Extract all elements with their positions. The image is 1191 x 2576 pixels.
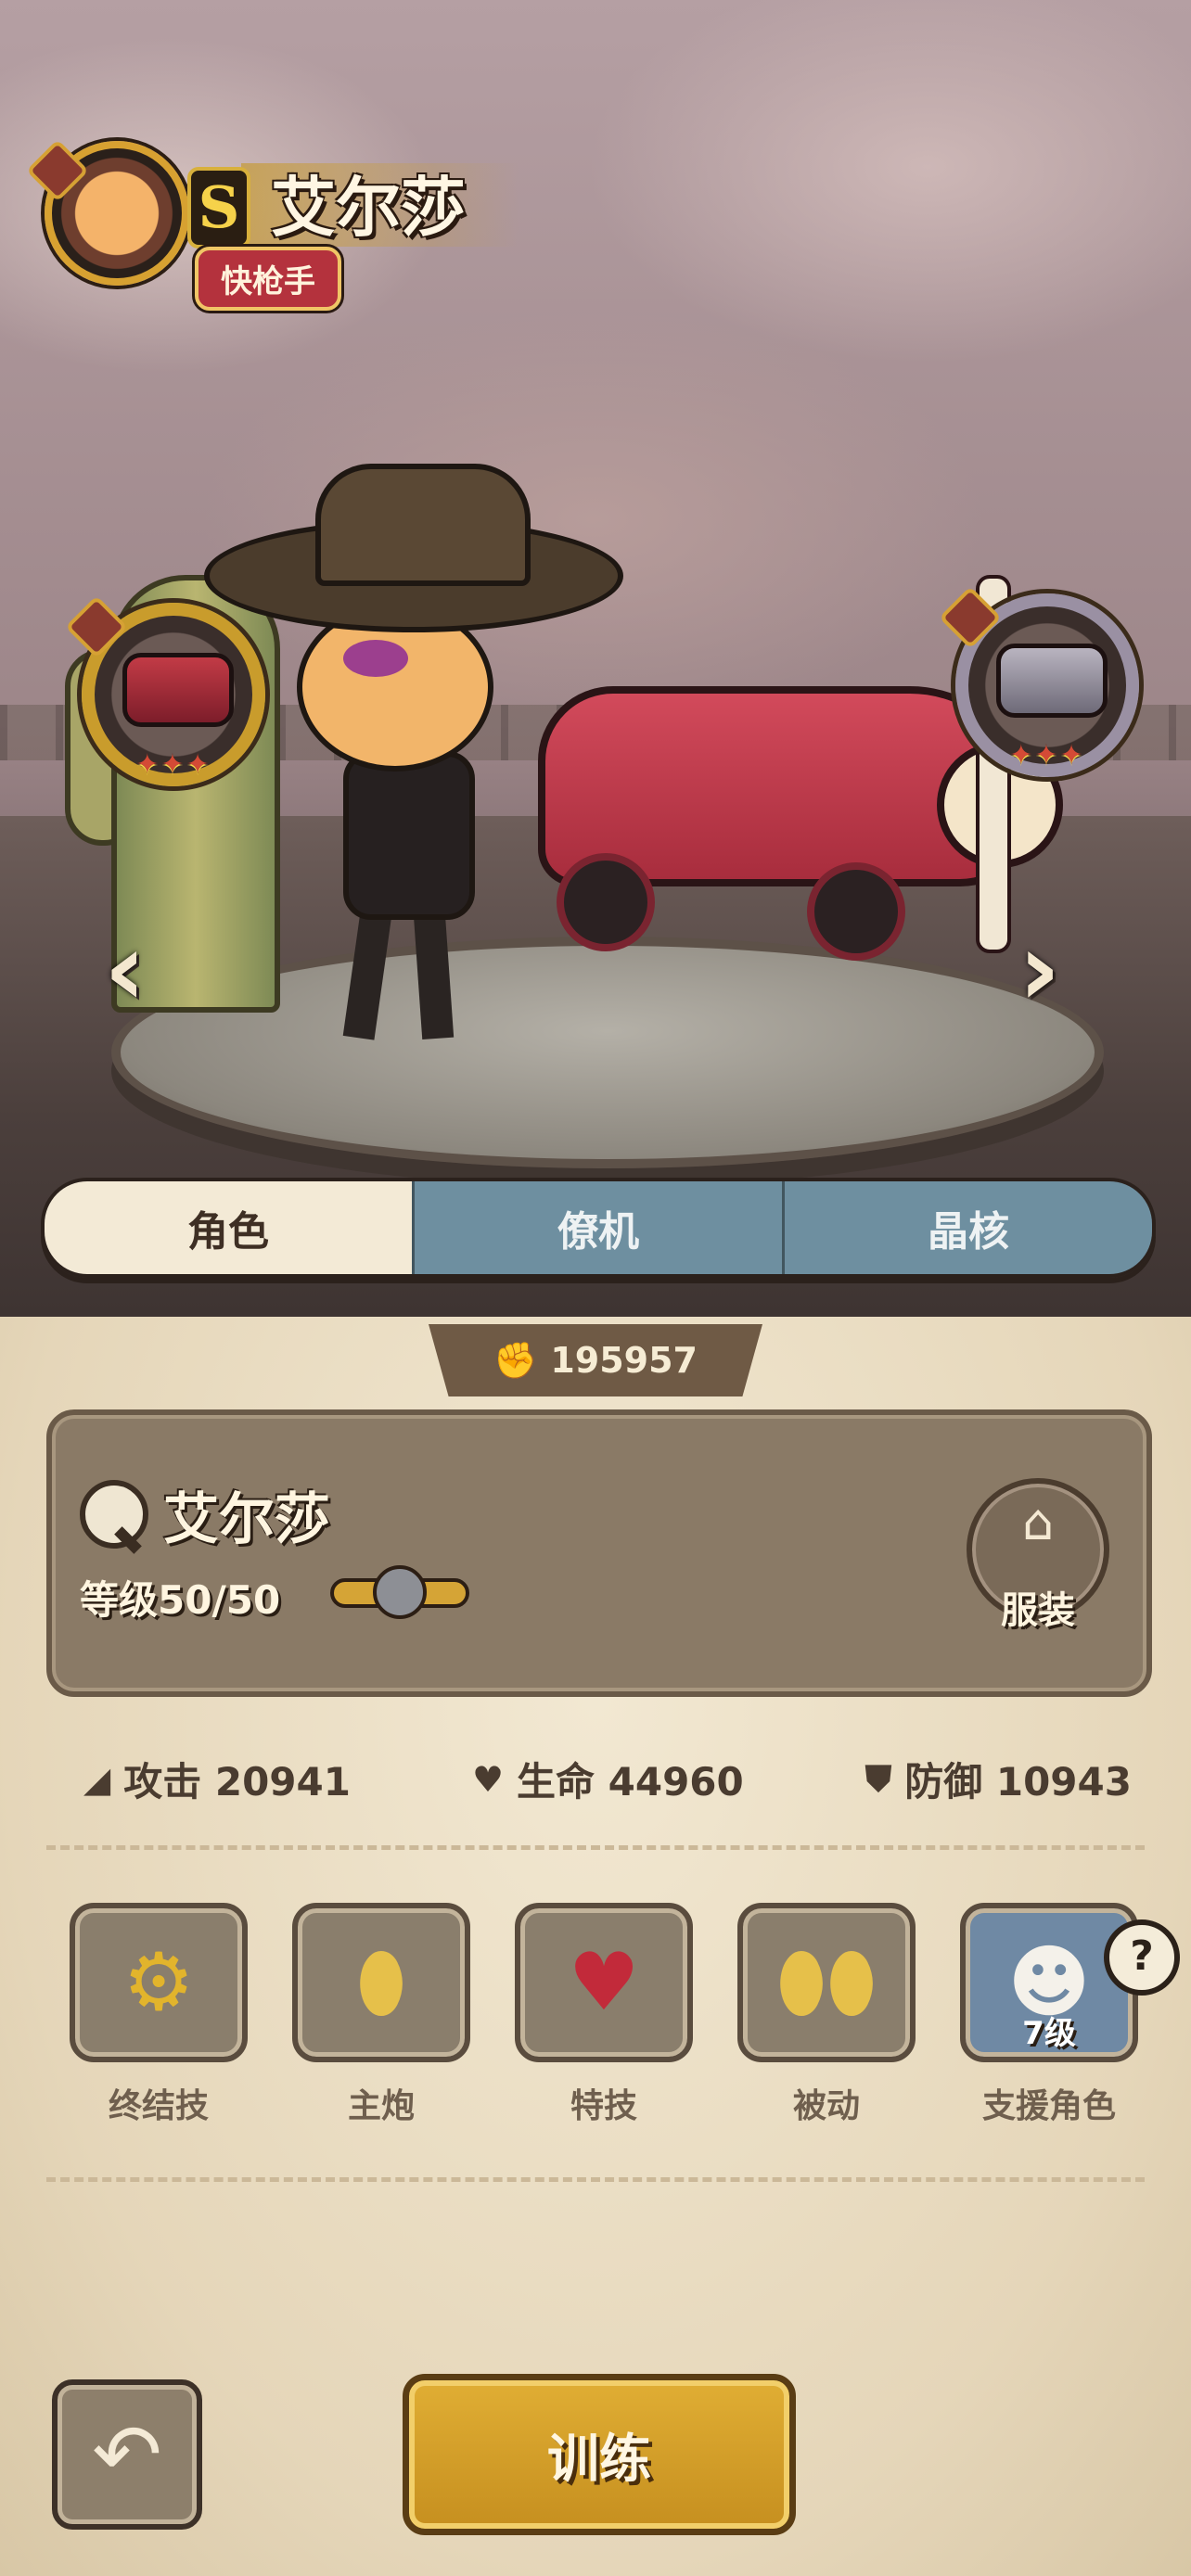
hanger-icon: ⌂ bbox=[1021, 1493, 1055, 1551]
bullet-icon: ◢ bbox=[83, 1758, 111, 1800]
train-button[interactable]: 训练 bbox=[403, 2374, 796, 2535]
skill-label: 被动 bbox=[792, 2087, 860, 2125]
equipment-item-icon bbox=[122, 653, 234, 727]
skill-special[interactable]: ♥ 特技 bbox=[515, 1903, 693, 2127]
equipment-stars: ✦✦✦ bbox=[1009, 739, 1085, 772]
heart-icon: ♥ bbox=[471, 1758, 505, 1800]
back-arrow-icon: ↶ bbox=[92, 2405, 162, 2504]
skill-ultimate-box[interactable]: ⚙ bbox=[70, 1903, 248, 2062]
equipment-item-icon bbox=[996, 644, 1108, 718]
equipment-slot-right[interactable]: ✦✦✦ bbox=[939, 586, 1139, 777]
skill-label: 主炮 bbox=[347, 2087, 415, 2125]
shield-icon: ⛊ bbox=[864, 1758, 892, 1799]
character-name: 艾尔莎 bbox=[271, 170, 466, 246]
stat-health: ♥ 生命 44960 bbox=[472, 1751, 744, 1807]
gatling-icon: ⚙ bbox=[122, 1936, 195, 2029]
skill-label: 支援角色 bbox=[981, 2087, 1116, 2125]
skill-main-gun-box[interactable]: ⬮ bbox=[292, 1903, 470, 2062]
support-level: 7级 bbox=[1022, 2015, 1076, 2052]
tab-wingman[interactable]: 僚机 bbox=[415, 1181, 785, 1274]
divider bbox=[46, 2177, 1145, 2182]
character-eye bbox=[343, 640, 408, 677]
bullet-icon: ⬮ bbox=[355, 1936, 406, 2029]
skill-support-box[interactable]: ☻ 7级 bbox=[960, 1903, 1138, 2062]
skill-passive-box[interactable]: ⬮⬮ bbox=[737, 1903, 916, 2062]
winged-skull-icon bbox=[330, 1565, 469, 1619]
heart-icon: ♥ bbox=[568, 1936, 640, 2029]
prev-character-arrow[interactable]: ‹ bbox=[104, 918, 146, 1020]
skill-ultimate[interactable]: ⚙ 终结技 bbox=[70, 1903, 248, 2127]
stat-attack-text: 攻击 20941 bbox=[123, 1759, 351, 1804]
plane-wheel bbox=[807, 862, 905, 961]
fist-icon: ✊ bbox=[493, 1339, 538, 1381]
stat-defense: ⛊ 防御 10943 bbox=[865, 1751, 1132, 1807]
skill-label: 终结技 bbox=[108, 2087, 209, 2125]
skill-special-box[interactable]: ♥ bbox=[515, 1903, 693, 2062]
combat-power: ✊ 195957 bbox=[429, 1324, 762, 1396]
divider bbox=[46, 1845, 1145, 1850]
outfit-label: 服装 bbox=[1001, 1589, 1075, 1632]
skills-row: ⚙ 终结技 ⬮ 主炮 ♥ 特技 ⬮⬮ 被动 ☻ 7级 支援角色 bbox=[70, 1903, 1138, 2127]
skill-label: 特技 bbox=[570, 2087, 637, 2125]
character-level: 等级50/50 bbox=[80, 1577, 281, 1623]
character-illustration bbox=[204, 464, 623, 1040]
skill-passive[interactable]: ⬮⬮ 被动 bbox=[737, 1903, 916, 2127]
stat-health-text: 生命 44960 bbox=[517, 1759, 744, 1804]
tab-bar: 角色 僚机 晶核 bbox=[41, 1178, 1156, 1278]
outfit-button[interactable]: ⌂ 服装 bbox=[967, 1478, 1109, 1632]
character-body bbox=[343, 751, 475, 920]
double-bullet-icon: ⬮⬮ bbox=[775, 1936, 877, 2029]
skill-main-gun[interactable]: ⬮ 主炮 bbox=[292, 1903, 470, 2127]
rank-badge: S bbox=[187, 167, 250, 249]
info-character-name: 艾尔莎 bbox=[163, 1487, 330, 1552]
tab-core[interactable]: 晶核 bbox=[785, 1181, 1152, 1274]
stat-attack: ◢ 攻击 20941 bbox=[83, 1751, 351, 1807]
back-button[interactable]: ↶ bbox=[52, 2379, 202, 2530]
equipment-badge-icon bbox=[65, 595, 128, 658]
equipment-slot-left[interactable]: ✦✦✦ bbox=[65, 595, 265, 786]
cowboy-hat-top bbox=[315, 464, 531, 586]
tab-character[interactable]: 角色 bbox=[45, 1181, 415, 1274]
class-tag: 快枪手 bbox=[195, 247, 341, 311]
combat-power-value: 195957 bbox=[550, 1340, 698, 1381]
help-icon[interactable]: ? bbox=[1104, 1919, 1180, 1996]
magnifier-icon[interactable] bbox=[80, 1480, 148, 1554]
stat-defense-text: 防御 10943 bbox=[904, 1759, 1132, 1804]
next-character-arrow[interactable]: › bbox=[1018, 918, 1060, 1020]
plane-wheel bbox=[557, 853, 655, 951]
equipment-stars: ✦✦✦ bbox=[135, 748, 211, 781]
stats-row: ◢ 攻击 20941 ♥ 生命 44960 ⛊ 防御 10943 bbox=[83, 1751, 1132, 1807]
